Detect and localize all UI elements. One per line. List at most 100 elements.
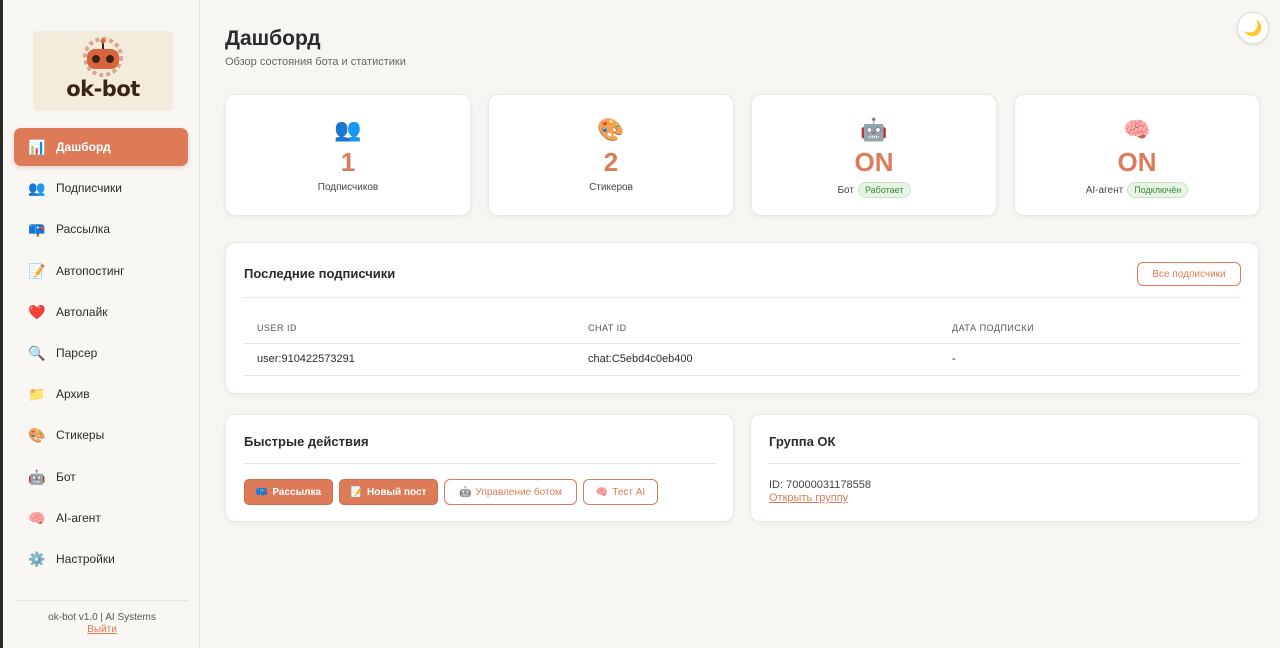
- sidebar-item-autolike[interactable]: ❤️ Автолайк: [14, 293, 188, 331]
- manage-bot-button[interactable]: 🤖 Управление ботом: [444, 479, 577, 505]
- robot-icon: 🤖: [459, 486, 472, 498]
- stat-label-text: AI-агент: [1085, 184, 1124, 196]
- column-header: ДАТА ПОДПИСКИ: [952, 323, 1035, 333]
- divider: [244, 297, 1241, 298]
- sidebar-item-label: AI-агент: [56, 510, 101, 525]
- new-post-button[interactable]: 📝 Новый пост: [339, 479, 438, 505]
- stat-value: ON: [1117, 147, 1157, 177]
- bar-chart-icon: 📊: [28, 139, 46, 155]
- sidebar-item-label: Подписчики: [56, 181, 123, 196]
- sidebar-item-stickers[interactable]: 🎨 Стикеры: [14, 416, 188, 454]
- robot-logo-icon: [83, 37, 123, 77]
- sidebar-nav: 📊 Дашборд 👥 Подписчики 📪 Рассылка 📝 Авто…: [14, 128, 188, 581]
- divider: [244, 463, 716, 464]
- sidebar-item-label: Архив: [56, 387, 90, 402]
- logout-link[interactable]: Выйти: [15, 624, 189, 635]
- sidebar: ok-bot 📊 Дашборд 👥 Подписчики 📪 Рассылка…: [3, 0, 200, 648]
- table-cell: -: [952, 353, 956, 365]
- logo: ok-bot: [33, 31, 173, 111]
- section-title: Группа ОК: [769, 434, 836, 449]
- open-group-link[interactable]: Открыть группу: [769, 492, 848, 504]
- sidebar-item-archive[interactable]: 📁 Архив: [14, 375, 188, 413]
- stat-label: Подписчиков: [226, 182, 470, 193]
- logo-text: ok-bot: [66, 77, 140, 101]
- stat-value: 2: [603, 147, 619, 177]
- magnifier-icon: 🔍: [28, 344, 46, 361]
- page-title: Дашборд: [225, 27, 321, 50]
- brain-icon: 🧠: [595, 486, 609, 498]
- memo-icon: 📝: [28, 262, 46, 279]
- recent-subscribers-card: Последние подписчики Все подписчики USER…: [225, 242, 1259, 394]
- table-cell: chat:C5ebd4c0eb400: [588, 353, 693, 365]
- stat-card-subscribers: 👥 1 Подписчиков: [225, 94, 471, 216]
- main-content: Дашборд Обзор состояния бота и статистик…: [200, 0, 1280, 648]
- stat-label: Стикеров: [489, 182, 733, 193]
- sidebar-item-label: Бот: [56, 469, 76, 484]
- group-id: ID: 70000031178558: [769, 479, 871, 491]
- stat-value: ON: [854, 147, 894, 177]
- test-ai-button[interactable]: 🧠 Тест AI: [583, 479, 658, 505]
- button-label: Рассылка: [272, 486, 322, 498]
- folder-icon: 📁: [28, 386, 46, 403]
- brain-icon: 🧠: [28, 509, 46, 526]
- stat-label: Бот Работает: [752, 182, 996, 198]
- section-title: Быстрые действия: [244, 434, 369, 449]
- stat-glyph: 🎨: [597, 117, 625, 142]
- memo-icon: 📝: [350, 486, 364, 498]
- divider: [769, 463, 1241, 464]
- users-icon: 👥: [226, 117, 470, 143]
- stat-glyph: 🧠: [1123, 117, 1151, 142]
- palette-icon: 🎨: [28, 427, 46, 444]
- moon-icon: 🌙: [1243, 20, 1263, 37]
- sidebar-item-mailing[interactable]: 📪 Рассылка: [14, 210, 188, 248]
- all-subscribers-button[interactable]: Все подписчики: [1137, 262, 1241, 286]
- stat-label: AI-агент Подключён: [1015, 182, 1259, 198]
- status-badge: Работает: [857, 182, 911, 198]
- stat-label-text: Подписчиков: [317, 182, 379, 193]
- gear-icon: ⚙️: [28, 550, 46, 567]
- palette-icon: 🎨: [489, 117, 733, 143]
- sidebar-item-subscribers[interactable]: 👥 Подписчики: [14, 169, 188, 207]
- heart-icon: ❤️: [28, 303, 46, 320]
- stat-card-ai-agent: 🧠 ON AI-агент Подключён: [1014, 94, 1260, 216]
- sidebar-item-autoposting[interactable]: 📝 Автопостинг: [14, 252, 188, 290]
- robot-icon: 🤖: [28, 468, 46, 485]
- theme-toggle-button[interactable]: 🌙: [1237, 12, 1269, 44]
- button-label: Тест AI: [612, 486, 646, 498]
- sidebar-item-dashboard[interactable]: 📊 Дашборд: [14, 128, 188, 166]
- sidebar-item-parser[interactable]: 🔍 Парсер: [14, 334, 188, 372]
- stat-card-stickers: 🎨 2 Стикеров: [488, 94, 734, 216]
- button-label: Управление ботом: [475, 486, 562, 498]
- mailbox-icon: 📪: [255, 486, 269, 498]
- mailbox-icon: 📪: [28, 221, 46, 238]
- stat-glyph: 🤖: [860, 117, 888, 142]
- stat-label-text: Бот: [837, 184, 854, 196]
- robot-icon: 🤖: [752, 117, 996, 143]
- sidebar-item-label: Стикеры: [56, 428, 105, 443]
- sidebar-item-label: Настройки: [56, 551, 115, 566]
- stat-glyph: 👥: [334, 117, 362, 142]
- button-label: Новый пост: [367, 486, 427, 498]
- sidebar-item-bot[interactable]: 🤖 Бот: [14, 458, 188, 496]
- mailing-button[interactable]: 📪 Рассылка: [244, 479, 333, 505]
- divider: [244, 343, 1241, 344]
- divider: [244, 375, 1241, 376]
- brain-icon: 🧠: [1015, 117, 1259, 143]
- stat-value: 1: [340, 147, 356, 177]
- column-header: CHAT ID: [588, 323, 627, 333]
- sidebar-item-settings[interactable]: ⚙️ Настройки: [14, 540, 188, 578]
- sidebar-item-label: Автолайк: [56, 304, 108, 319]
- status-badge: Подключён: [1127, 182, 1189, 198]
- column-header: USER ID: [257, 323, 298, 333]
- sidebar-item-label: Автопостинг: [56, 263, 125, 278]
- table-cell: user:910422573291: [257, 353, 355, 365]
- sidebar-item-ai-agent[interactable]: 🧠 AI-агент: [14, 499, 188, 537]
- section-title: Последние подписчики: [244, 266, 396, 281]
- sidebar-item-label: Парсер: [56, 345, 98, 360]
- stat-label-text: Стикеров: [589, 182, 633, 193]
- sidebar-item-label: Рассылка: [56, 222, 111, 237]
- ok-group-card: Группа ОК ID: 70000031178558 Открыть гру…: [750, 414, 1259, 522]
- sidebar-item-label: Дашборд: [56, 140, 111, 154]
- version-text: ok-bot v1.0 | AI Systems: [48, 612, 156, 623]
- page-subtitle: Обзор состояния бота и статистики: [225, 56, 406, 68]
